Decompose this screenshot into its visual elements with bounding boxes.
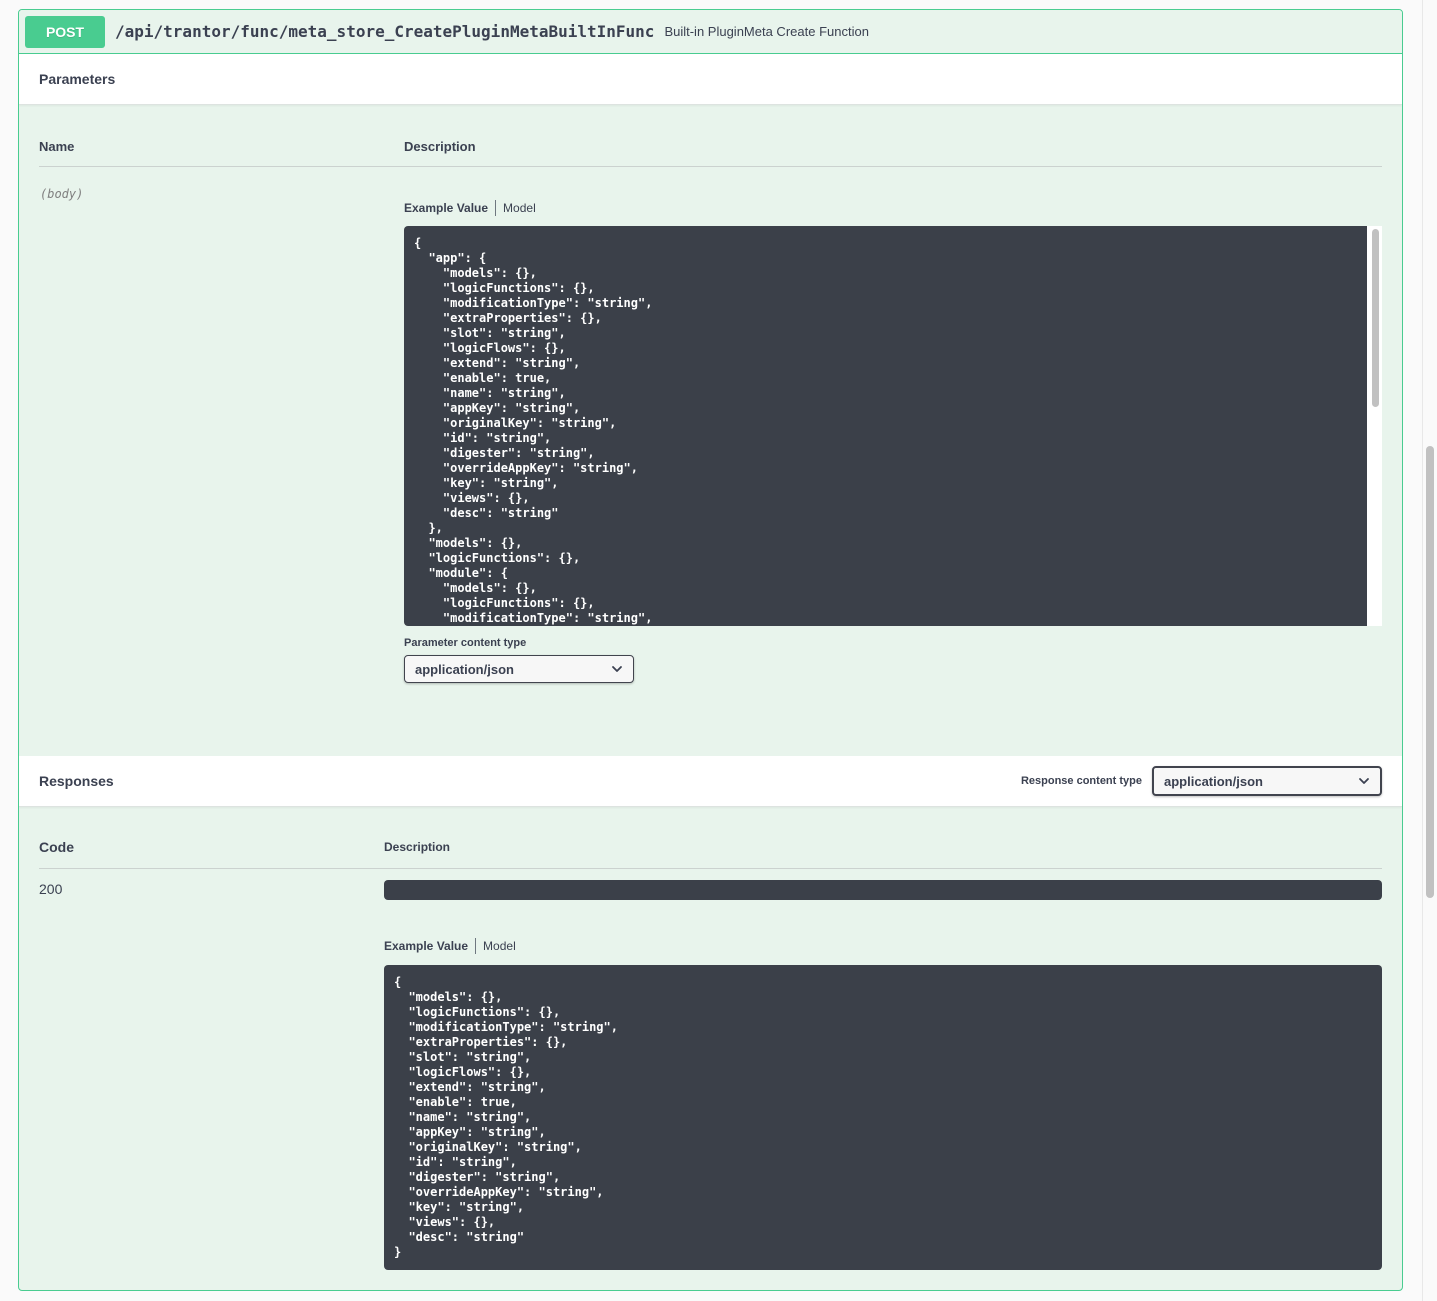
tab-model[interactable]: Model [503,201,536,215]
code-scrollbar-thumb[interactable] [1372,229,1379,407]
parameters-title: Parameters [39,71,116,87]
col-code-header: Code [39,839,74,855]
response-content-type-select[interactable]: application/json [1152,766,1382,796]
parameter-content-type-value: application/json [415,661,514,677]
tab-divider [475,938,477,954]
responses-body: Code Description 200 Example Value Model… [19,807,1402,1290]
parameters-header: Parameters [19,54,1402,105]
parameter-content-type-select[interactable]: application/json [404,655,634,683]
col-description-header: Description [404,139,476,154]
parameter-example-code[interactable]: { "app": { "models": {}, "logicFunctions… [404,226,1367,626]
response-content-type-value: application/json [1164,773,1263,789]
col-name-header: Name [39,139,75,154]
chevron-down-icon [612,666,622,672]
tab-divider [495,200,497,216]
responses-title: Responses [39,773,114,789]
response-example-code[interactable]: { "models": {}, "logicFunctions": {}, "m… [384,965,1382,1270]
response-code: 200 [39,881,63,897]
endpoint-summary: Built-in PluginMeta Create Function [664,24,869,39]
param-name: (body) [40,187,84,201]
response-description-block [384,880,1382,900]
page-scrollbar-thumb[interactable] [1426,446,1434,898]
parameter-example-tabs: Example Value Model [404,200,536,216]
responses-header: Responses Response content type applicat… [19,756,1402,807]
endpoint-path: /api/trantor/func/meta_store_CreatePlugi… [115,22,655,41]
response-example-tabs: Example Value Model [384,938,516,954]
chevron-down-icon [1359,778,1369,784]
parameters-table-head: Name Description [39,135,1382,167]
parameters-body: Name Description (body) Example Value Mo… [19,105,1402,756]
tab-example-value[interactable]: Example Value [384,939,468,953]
responses-table-head: Code Description [39,837,1382,869]
tab-model[interactable]: Model [483,939,516,953]
response-content-type-label: Response content type [1020,775,1142,787]
parameter-content-type-label: Parameter content type [404,637,527,649]
response-content-type: Response content type application/json [1021,766,1382,796]
col-description-header: Description [384,840,451,854]
opblock-post: POST /api/trantor/func/meta_store_Create… [18,9,1403,1291]
tab-example-value[interactable]: Example Value [404,201,488,215]
opblock-summary[interactable]: POST /api/trantor/func/meta_store_Create… [19,10,1402,54]
method-badge: POST [25,15,105,48]
